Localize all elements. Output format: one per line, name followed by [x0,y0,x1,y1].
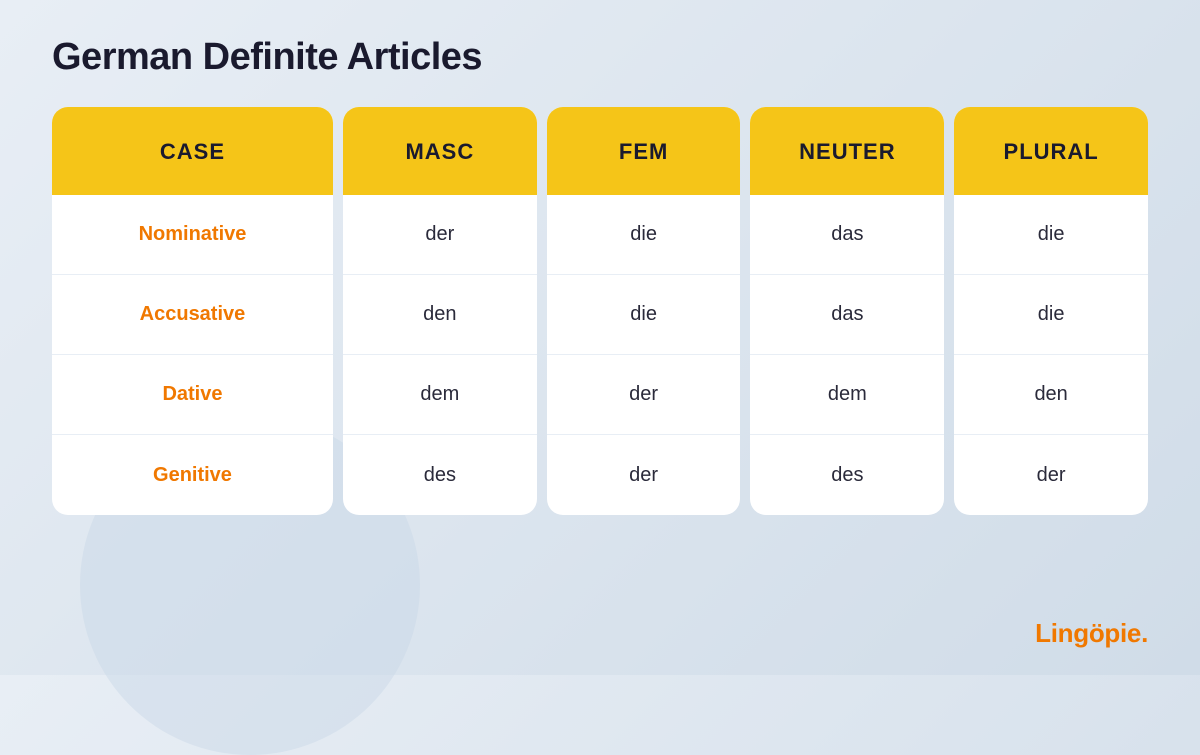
page-wrapper: German Definite Articles CASE Nominative… [0,0,1200,545]
article-table: CASE Nominative Accusative Dative Geniti… [52,107,1148,515]
cell-fem-genitive: der [547,435,741,515]
col-masc-header: MASC [343,107,537,195]
cell-plural-accusative: die [954,275,1148,355]
cell-plural-genitive: der [954,435,1148,515]
col-case-header: CASE [52,107,333,195]
cell-neuter-dative: dem [750,355,944,435]
col-plural-header: PLURAL [954,107,1148,195]
cell-plural-dative: den [954,355,1148,435]
cell-fem-nominative: die [547,195,741,275]
cell-masc-dative: dem [343,355,537,435]
cell-fem-accusative: die [547,275,741,355]
cell-neuter-genitive: des [750,435,944,515]
cell-case-dative: Dative [52,355,333,435]
cell-fem-dative: der [547,355,741,435]
cell-neuter-accusative: das [750,275,944,355]
col-fem-header: FEM [547,107,741,195]
col-masc: MASC der den dem des [343,107,537,515]
cell-case-genitive: Genitive [52,435,333,515]
page-title: German Definite Articles [52,36,1148,79]
col-case-body: Nominative Accusative Dative Genitive [52,195,333,515]
cell-masc-nominative: der [343,195,537,275]
cell-plural-nominative: die [954,195,1148,275]
col-fem-body: die die der der [547,195,741,515]
col-neuter-body: das das dem des [750,195,944,515]
col-masc-body: der den dem des [343,195,537,515]
col-case: CASE Nominative Accusative Dative Geniti… [52,107,333,515]
col-plural-body: die die den der [954,195,1148,515]
cell-case-nominative: Nominative [52,195,333,275]
col-neuter: NEUTER das das dem des [750,107,944,515]
col-plural: PLURAL die die den der [954,107,1148,515]
cell-masc-accusative: den [343,275,537,355]
cell-neuter-nominative: das [750,195,944,275]
col-fem: FEM die die der der [547,107,741,515]
col-neuter-header: NEUTER [750,107,944,195]
cell-masc-genitive: des [343,435,537,515]
brand-logo: Lingöpie. [1035,618,1148,649]
cell-case-accusative: Accusative [52,275,333,355]
